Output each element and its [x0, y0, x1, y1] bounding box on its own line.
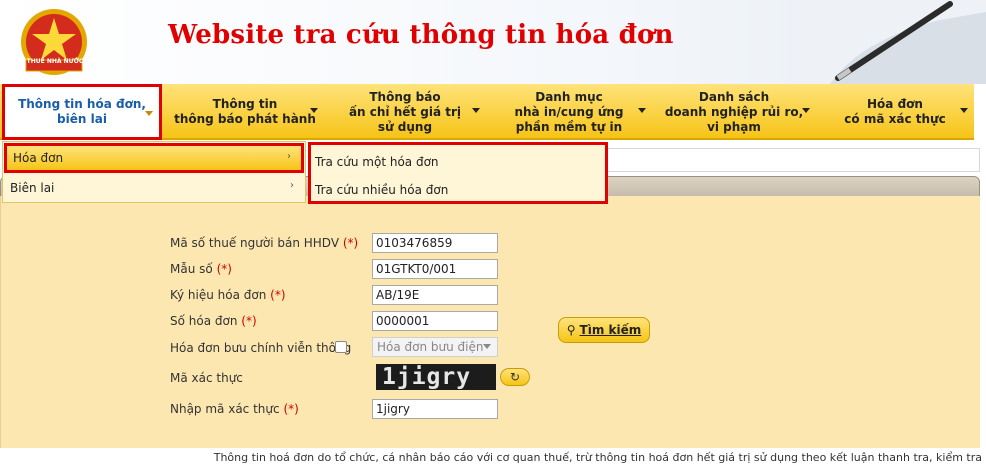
- chevron-right-icon: ›: [287, 151, 291, 162]
- pen-decoration-icon: [800, 0, 986, 84]
- buuchinh-select[interactable]: Hóa đơn bưu điện: [372, 337, 498, 357]
- caret-down-icon: [472, 108, 480, 113]
- nhap-ma-label: Nhập mã xác thực (*): [170, 402, 299, 416]
- menu-item-tra-cuu-mot[interactable]: Tra cứu một hóa đơn: [315, 155, 439, 169]
- footer-note: Thông tin hoá đơn do tổ chức, cá nhân bá…: [213, 451, 982, 464]
- buuchinh-label: Hóa đơn bưu chính viễn thông: [170, 341, 352, 355]
- mauso-input[interactable]: [372, 259, 498, 279]
- nav-doanh-nghiep-rui-ro[interactable]: Danh sách doanh nghiệp rủi ro, vi phạm: [652, 84, 816, 140]
- site-header: THUẾ NHÀ NƯỚC Website tra cứu thông tin …: [0, 0, 986, 84]
- chevron-down-icon: [483, 344, 491, 349]
- logo-caption: THUẾ NHÀ NƯỚC: [26, 58, 84, 65]
- select-value: Hóa đơn bưu điện: [377, 340, 484, 354]
- chevron-right-icon: ›: [290, 180, 294, 191]
- maxacthuc-label: Mã xác thực: [170, 371, 243, 385]
- refresh-icon: ↻: [509, 370, 521, 384]
- caret-down-icon: [638, 108, 646, 113]
- captcha-text: 1jigry: [382, 364, 472, 390]
- menu-item-label: Biên lai: [10, 181, 55, 195]
- mauso-label: Mẫu số (*): [170, 262, 232, 276]
- caret-down-icon: [145, 111, 153, 116]
- captcha-input[interactable]: [372, 399, 498, 419]
- mst-label: Mã số thuế người bán HHDV (*): [170, 236, 359, 250]
- nav-label: Danh mục nhà in/cung ứng phần mềm tự in: [514, 89, 624, 134]
- nav-an-chi-het-gia-tri[interactable]: Thông báo ấn chỉ hết giá trị sử dụng: [324, 84, 486, 140]
- nav-label: Thông tin hóa đơn, biên lai: [18, 97, 146, 126]
- sohd-label: Số hóa đơn (*): [170, 314, 257, 328]
- captcha-image: 1jigry: [376, 364, 496, 390]
- search-strip: [606, 148, 980, 172]
- menu-item-bien-lai[interactable]: Biên lai ›: [4, 175, 304, 201]
- nav-hoa-don-ma-xac-thuc[interactable]: Hóa đơn có mã xác thực: [816, 84, 974, 140]
- menu-item-tra-cuu-nhieu[interactable]: Tra cứu nhiều hóa đơn: [315, 183, 448, 197]
- buuchinh-checkbox[interactable]: [335, 341, 347, 353]
- search-button[interactable]: ⚲ Tìm kiếm: [558, 317, 650, 343]
- nav-label: Thông tin thông báo phát hành: [174, 97, 316, 126]
- menu-item-label: Hóa đơn: [13, 151, 64, 165]
- tax-emblem-logo: [21, 9, 87, 75]
- search-icon: ⚲: [566, 323, 576, 337]
- mst-input[interactable]: [372, 233, 498, 253]
- site-title: Website tra cứu thông tin hóa đơn: [168, 20, 674, 50]
- menu-item-hoa-don[interactable]: Hóa đơn ›: [4, 143, 304, 173]
- flyout-menu: Tra cứu một hóa đơn Tra cứu nhiều hóa đơ…: [308, 142, 608, 204]
- nav-thong-bao-phat-hanh[interactable]: Thông tin thông báo phát hành: [166, 84, 324, 140]
- nav-danh-muc-nha-in[interactable]: Danh mục nhà in/cung ứng phần mềm tự in: [486, 84, 652, 140]
- nav-label: Danh sách doanh nghiệp rủi ro, vi phạm: [664, 89, 804, 134]
- kyhieu-input[interactable]: [372, 285, 498, 305]
- kyhieu-label: Ký hiệu hóa đơn (*): [170, 288, 286, 302]
- caret-down-icon: [802, 108, 810, 113]
- nav-thong-tin-hoa-don[interactable]: Thông tin hóa đơn, biên lai: [2, 84, 162, 140]
- sohd-input[interactable]: [372, 311, 498, 331]
- search-button-label: Tìm kiếm: [579, 323, 642, 337]
- caret-down-icon: [960, 108, 968, 113]
- main-nav: Thông tin hóa đơn, biên lai Thông tin th…: [0, 84, 974, 140]
- nav-label: Thông báo ấn chỉ hết giá trị sử dụng: [348, 89, 462, 134]
- refresh-captcha-button[interactable]: ↻: [500, 368, 530, 386]
- nav-label: Hóa đơn có mã xác thực: [844, 97, 946, 126]
- caret-down-icon: [310, 108, 318, 113]
